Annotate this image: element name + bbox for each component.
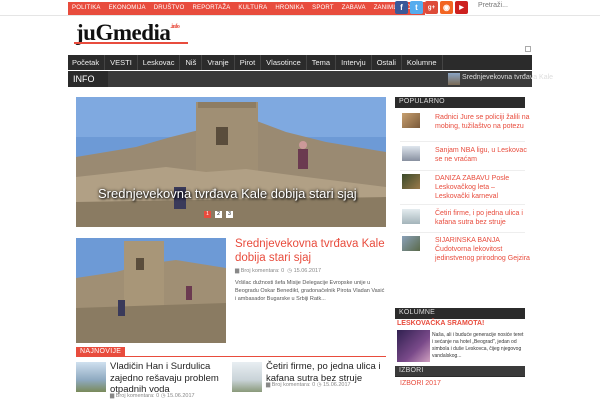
- section-label-popularno: POPULARNO: [395, 97, 525, 107]
- divider: [395, 376, 525, 377]
- article-meta: ▆ Broj komentara: 0 ◷ 15.06.2017: [235, 268, 321, 274]
- popular-title[interactable]: SIJARINSKA BANJA Čudotvorna lekovitost j…: [435, 236, 530, 263]
- section-label-kolumne: KOLUMNE: [395, 308, 525, 318]
- article-date: 15.06.2017: [293, 268, 322, 274]
- topnav-item[interactable]: POLITIKA: [68, 2, 105, 15]
- divider: [400, 232, 525, 233]
- topnav-item[interactable]: REPORTAŽA: [189, 2, 235, 15]
- popular-thumbnail[interactable]: [402, 146, 420, 161]
- news-thumbnail[interactable]: [232, 362, 262, 392]
- news-date: 15.06.2017: [167, 393, 195, 399]
- topnav-item[interactable]: EKONOMIJA: [105, 2, 150, 15]
- column-title[interactable]: LESKOVAČKA SRAMOTA!: [397, 320, 484, 327]
- popular-title[interactable]: Sanjam NBA ligu, u Leskovac se ne vraćam: [435, 146, 530, 164]
- topnav-item[interactable]: SPORT: [308, 2, 338, 15]
- clock-icon: ◷: [287, 268, 293, 274]
- topnav-item[interactable]: HRONIKA: [271, 2, 308, 15]
- popular-title[interactable]: Četiri firme, i po jedna ulica i kafana …: [435, 209, 530, 227]
- popular-thumbnail[interactable]: [402, 209, 420, 224]
- main-nav: Početak VESTI Leskovac Niš Vranje Pirot …: [68, 55, 532, 70]
- popular-thumbnail[interactable]: [402, 236, 420, 251]
- popular-title[interactable]: Radnici Jure se policiji žalili na mobin…: [435, 113, 530, 131]
- resize-grip-icon: [525, 46, 531, 52]
- izbori-link[interactable]: IZBORI 2017: [400, 380, 441, 387]
- slide-dot[interactable]: 3: [226, 211, 233, 218]
- nav-item-nis[interactable]: Niš: [180, 55, 203, 70]
- article-photo: [76, 238, 226, 343]
- nav-item-leskovac[interactable]: Leskovac: [138, 55, 181, 70]
- news-comments[interactable]: Broj komentara: 0: [272, 382, 315, 388]
- news-title[interactable]: Vladičin Han i Surdulica zajedno rešavaj…: [110, 361, 225, 396]
- nav-item-pirot[interactable]: Pirot: [235, 55, 262, 70]
- nav-item-vlasotince[interactable]: Vlasotince: [261, 55, 307, 70]
- search-input[interactable]: Pretraži...: [478, 2, 528, 14]
- twitter-icon[interactable]: t: [410, 1, 423, 14]
- hero-slider[interactable]: Srednjevekovna tvrđava Kale dobija stari…: [76, 97, 386, 227]
- nav-item-ostali[interactable]: Ostali: [372, 55, 402, 70]
- slide-dot[interactable]: 1: [204, 211, 211, 218]
- news-meta: ▆ Broj komentara: 0 ◷ 15.06.2017: [110, 393, 195, 399]
- article-comments[interactable]: Broj komentara: 0: [241, 268, 284, 274]
- ticker-thumbnail[interactable]: [448, 73, 460, 85]
- column-excerpt: Naša, ali i buduće generacije nosiće ter…: [432, 332, 524, 359]
- popular-thumbnail[interactable]: [402, 113, 420, 128]
- hero-title[interactable]: Srednjevekovna tvrđava Kale dobija stari…: [98, 185, 386, 202]
- section-label-najnovije: NAJNOVIJE: [76, 347, 126, 356]
- news-meta: ▆ Broj komentara: 0 ◷ 15.06.2017: [266, 382, 351, 388]
- nav-item-intervju[interactable]: Intervju: [336, 55, 372, 70]
- google-plus-icon[interactable]: g+: [425, 1, 438, 14]
- popular-title[interactable]: DANIZA ZABAVU Posle Leskovačkog leta – L…: [435, 174, 530, 201]
- topnav-item[interactable]: DRUŠTVO: [150, 2, 189, 15]
- logo-suffix: .info: [170, 24, 180, 30]
- ticker-headline[interactable]: Srednjevekovna tvrđava Kale: [462, 74, 553, 81]
- page: POLITIKA EKONOMIJA DRUŠTVO REPORTAŽA KUL…: [0, 0, 600, 400]
- news-title[interactable]: Četiri firme, po jedna ulica i kafana su…: [266, 361, 386, 384]
- article-excerpt: Vršilac dužnosti šefa Misije Delegacije …: [235, 280, 385, 302]
- divider: [395, 318, 525, 319]
- nav-item-vranje[interactable]: Vranje: [202, 55, 235, 70]
- topnav-item[interactable]: KULTURA: [234, 2, 271, 15]
- divider: [400, 170, 525, 171]
- news-thumbnail[interactable]: [76, 362, 106, 392]
- rss-icon[interactable]: ◉: [440, 1, 453, 14]
- facebook-icon[interactable]: f: [395, 1, 408, 14]
- section-label-izbori: IZBORI: [395, 366, 525, 376]
- divider: [400, 204, 525, 205]
- divider: [395, 107, 525, 108]
- news-ticker: INFO Srednjevekovna tvrđava Kale: [68, 71, 553, 87]
- comment-icon: ▆: [235, 268, 240, 274]
- slide-dot[interactable]: 2: [215, 211, 222, 218]
- nav-item-tema[interactable]: Tema: [307, 55, 337, 70]
- news-date: 15.06.2017: [323, 382, 351, 388]
- social-links: f t g+ ◉ ▶: [395, 1, 468, 14]
- nav-item-pocetak[interactable]: Početak: [68, 55, 106, 70]
- slider-dots: 1 2 3: [204, 211, 233, 218]
- popular-thumbnail[interactable]: [402, 174, 420, 189]
- article-image[interactable]: [76, 238, 226, 343]
- topnav-item[interactable]: ZABAVA: [338, 2, 370, 15]
- nav-item-kolumne[interactable]: Kolumne: [402, 55, 443, 70]
- column-image[interactable]: [397, 330, 430, 362]
- divider: [0, 15, 600, 16]
- divider: [76, 356, 386, 357]
- nav-item-vesti[interactable]: VESTI: [105, 55, 138, 70]
- divider: [400, 141, 525, 142]
- top-category-nav: POLITIKA EKONOMIJA DRUŠTVO REPORTAŽA KUL…: [68, 2, 425, 15]
- article-title[interactable]: Srednjevekovna tvrđava Kale dobija stari…: [235, 237, 390, 265]
- hero-image: [76, 97, 386, 227]
- news-comments[interactable]: Broj komentara: 0: [116, 393, 159, 399]
- logo-underline: [74, 42, 188, 44]
- youtube-icon[interactable]: ▶: [455, 1, 468, 14]
- ticker-label: INFO: [68, 71, 108, 87]
